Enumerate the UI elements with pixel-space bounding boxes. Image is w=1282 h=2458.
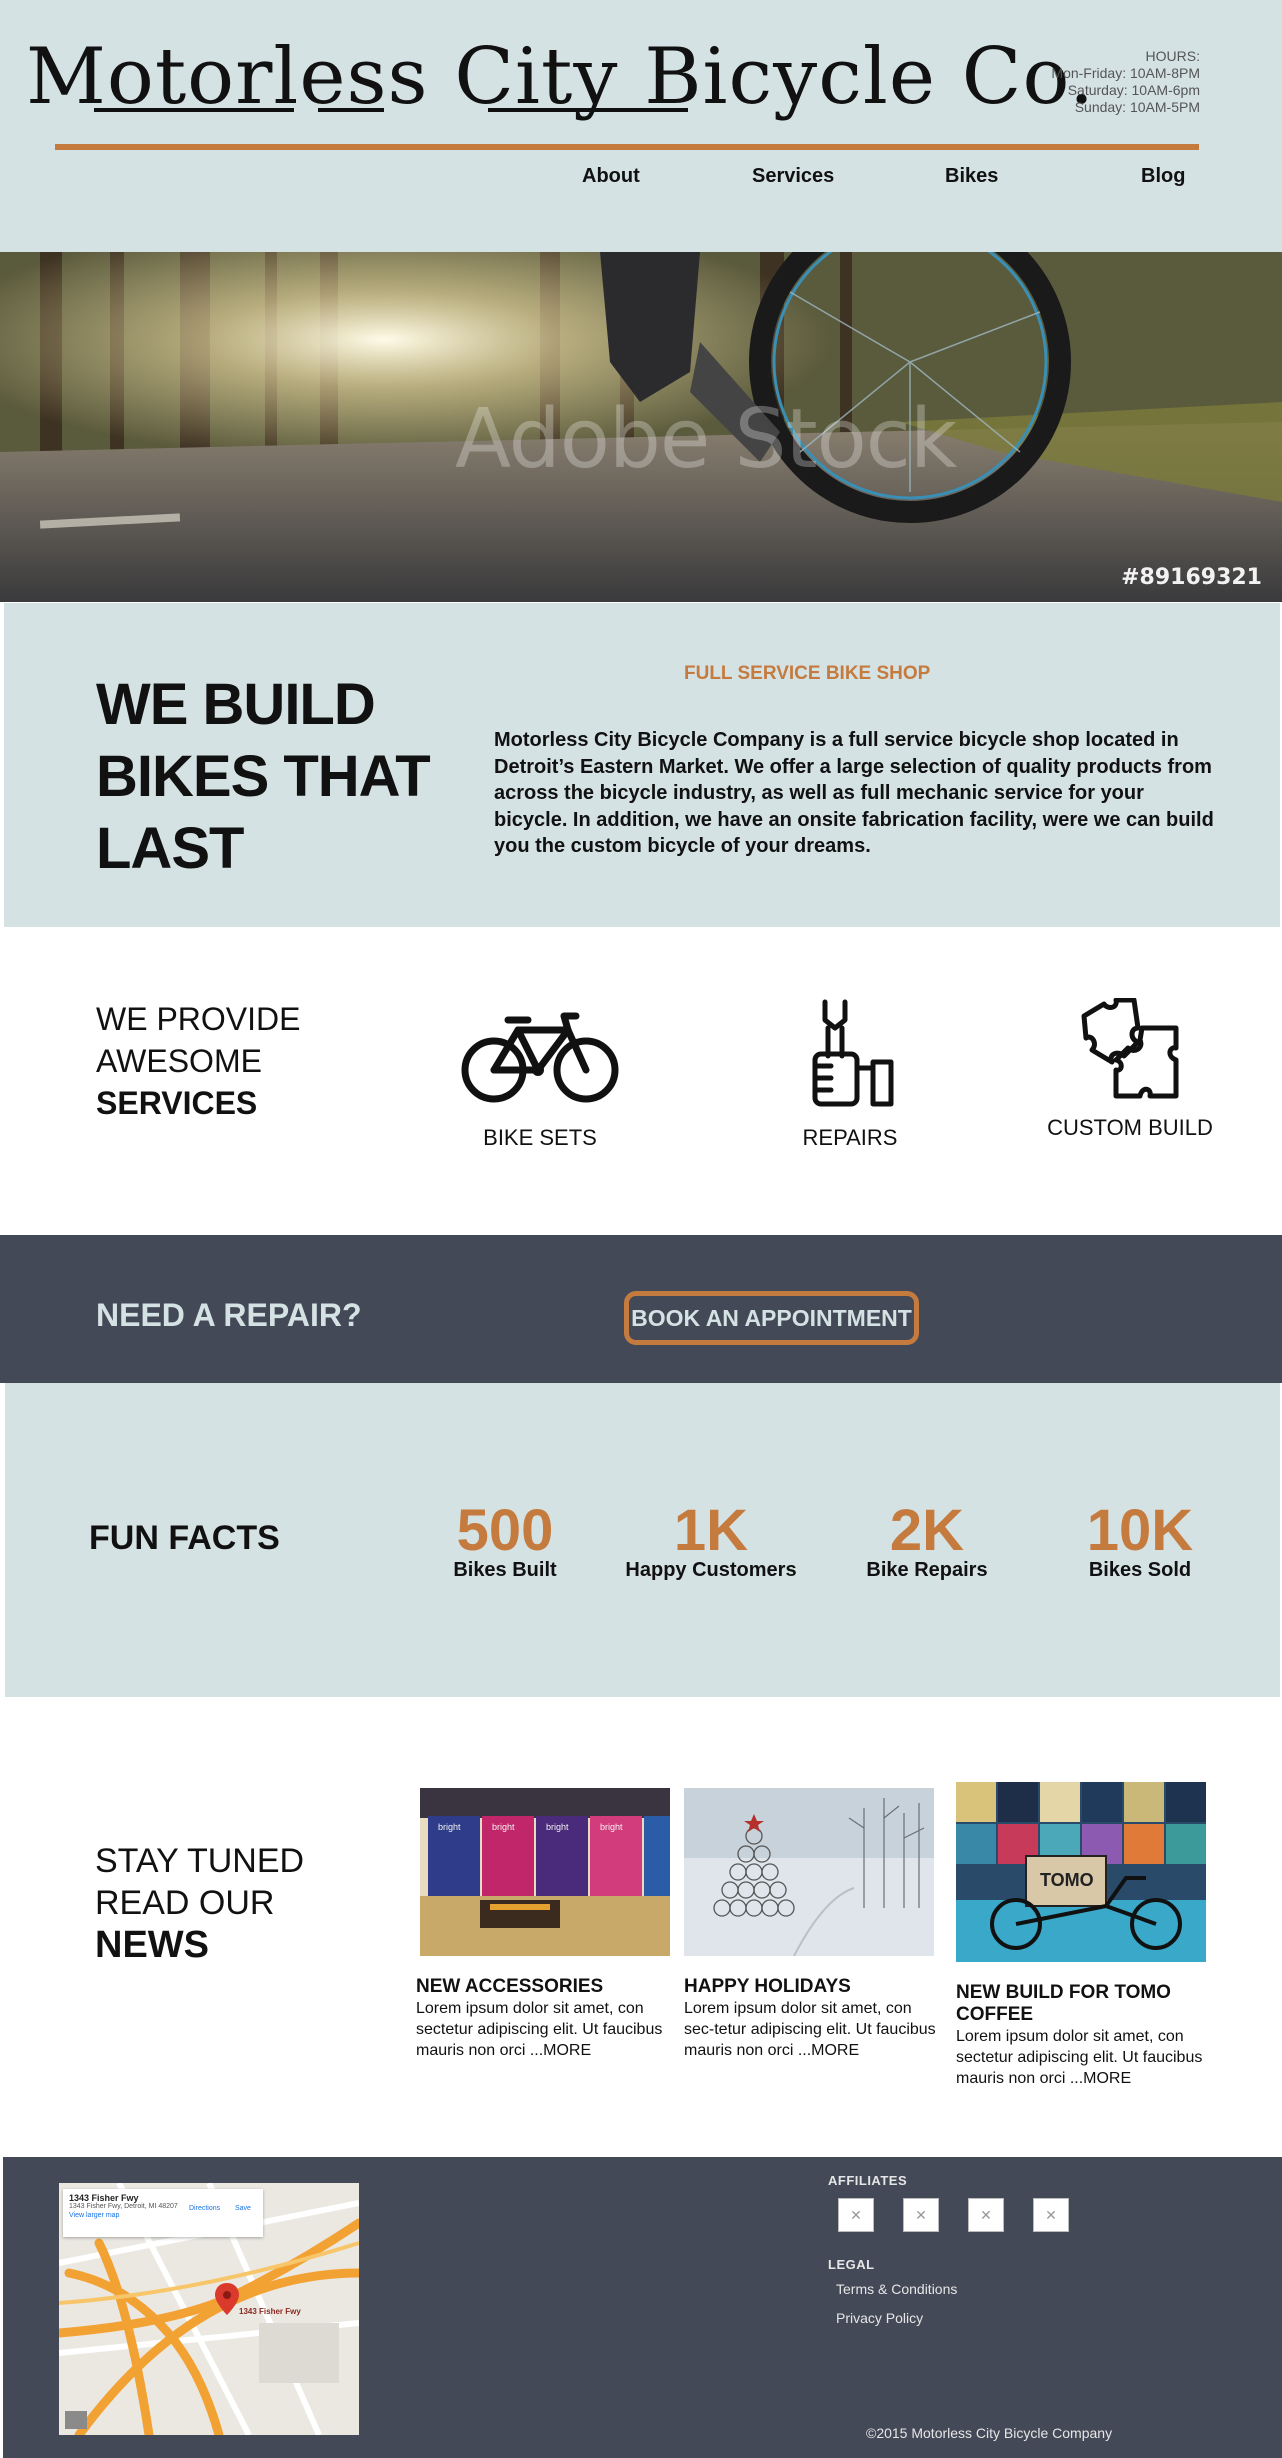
fact-bike-repairs: 2K Bike Repairs <box>827 1501 1027 1582</box>
hours-saturday: Saturday: 10AM-6pm <box>1067 82 1200 98</box>
fact-bikes-sold: 10K Bikes Sold <box>1040 1501 1240 1582</box>
map-address: 1343 Fisher Fwy, Detroit, MI 48207 <box>69 2203 178 2210</box>
about-body: Motorless City Bicycle Company is a full… <box>494 729 1214 857</box>
service-repairs[interactable]: REPAIRS <box>765 998 935 1151</box>
hours-sunday: Sunday: 10AM-5PM <box>1074 99 1200 115</box>
repair-heading: NEED A REPAIR? <box>96 1297 362 1333</box>
header-divider <box>55 144 1199 150</box>
fact-number: 500 <box>456 1498 554 1563</box>
affiliate-logo-1[interactable]: ✕ <box>838 2198 874 2232</box>
puzzle-icon <box>1081 997 1179 1099</box>
svg-text:bright: bright <box>492 1822 515 1832</box>
fact-label: Bikes Built <box>453 1559 557 1581</box>
map-larger-link[interactable]: View larger map <box>69 2212 257 2219</box>
fact-number: 1K <box>673 1498 749 1563</box>
nav-services[interactable]: Services <box>752 165 834 188</box>
fun-facts-title: FUN FACTS <box>89 1519 280 1557</box>
map-directions[interactable]: Directions <box>189 2205 220 2212</box>
news-image-holidays[interactable] <box>684 1788 934 1956</box>
service-bike-sets[interactable]: BIKE SETS <box>455 1008 625 1151</box>
news-heading-line2: READ OUR <box>95 1884 275 1922</box>
hero-stock-id: #89169321 <box>1121 565 1262 590</box>
service-custom-build[interactable]: CUSTOM BUILD <box>1045 997 1215 1141</box>
news-section: STAY TUNED READ OUR NEWS bright bright br… <box>0 1698 1282 2155</box>
svg-text:bright: bright <box>600 1822 623 1832</box>
fun-facts-section: FUN FACTS 500 Bikes Built 1K Happy Custo… <box>5 1383 1280 1697</box>
news-post-tomo[interactable]: TOMO NEW BUILD FOR TOMO COFFEE Lorem ips… <box>956 1782 1211 2089</box>
services-section: WE PROVIDE AWESOME SERVICES BIKE SETS RE… <box>0 928 1282 1234</box>
hours-weekdays: Mon-Friday: 10AM-8PM <box>1051 65 1200 81</box>
news-excerpt: Lorem ipsum dolor sit amet, con sectetur… <box>956 2028 1203 2087</box>
news-post-accessories[interactable]: bright bright bright bright NEW ACCESSORIE… <box>416 1788 671 2061</box>
service-label: CUSTOM BUILD <box>1047 1115 1213 1140</box>
main-nav: About Services Bikes Blog <box>0 165 1282 195</box>
news-image-accessories[interactable]: bright bright bright bright <box>420 1788 670 1956</box>
affiliates-title: AFFILIATES <box>828 2173 908 2188</box>
news-excerpt: Lorem ipsum dolor sit amet, con sec-tetu… <box>684 2000 936 2059</box>
svg-text:TOMO: TOMO <box>1040 1870 1094 1890</box>
tomo-cargo-bike-photo: TOMO <box>956 1782 1206 1962</box>
hero-watermark: Adobe Stock <box>455 392 957 487</box>
svg-text:bright: bright <box>438 1822 461 1832</box>
fact-bikes-built: 500 Bikes Built <box>405 1501 605 1582</box>
book-appointment-button[interactable]: BOOK AN APPOINTMENT <box>624 1291 919 1345</box>
store-hours: HOURS: Mon-Friday: 10AM-8PM Saturday: 10… <box>1051 48 1200 116</box>
fact-label: Happy Customers <box>625 1559 797 1581</box>
accessories-photo: bright bright bright bright <box>420 1788 670 1956</box>
about-subheading: FULL SERVICE BIKE SHOP <box>684 663 931 684</box>
news-heading: STAY TUNED READ OUR NEWS <box>95 1840 304 1967</box>
terms-link[interactable]: Terms & Conditions <box>836 2281 957 2297</box>
about-section: WE BUILD BIKES THAT LAST FULL SERVICE BI… <box>4 603 1280 927</box>
logo-underline <box>94 108 294 112</box>
hero-image: Adobe Stock #89169321 <box>0 252 1282 602</box>
services-heading: WE PROVIDE AWESOME SERVICES <box>96 998 300 1124</box>
about-heading: WE BUILD BIKES THAT LAST <box>96 672 431 881</box>
affiliate-logo-4[interactable]: ✕ <box>1033 2198 1069 2232</box>
services-heading-line3: SERVICES <box>96 1085 258 1121</box>
map-info-card: 1343 Fisher Fwy 1343 Fisher Fwy, Detroit… <box>63 2189 263 2237</box>
fact-label: Bikes Sold <box>1088 1559 1192 1581</box>
svg-text:bright: bright <box>546 1822 569 1832</box>
privacy-link[interactable]: Privacy Policy <box>836 2310 923 2326</box>
news-excerpt: Lorem ipsum dolor sit amet, con sectetur… <box>416 2000 663 2059</box>
news-image-tomo[interactable]: TOMO <box>956 1782 1206 1962</box>
site-logo[interactable]: Motorless City Bicycle Co. <box>26 38 1095 116</box>
copyright: ©2015 Motorless City Bicycle Company <box>866 2425 1113 2441</box>
site-header: Motorless City Bicycle Co. HOURS: Mon-Fr… <box>0 0 1282 252</box>
fact-number: 2K <box>889 1498 965 1563</box>
fact-happy-customers: 1K Happy Customers <box>611 1501 811 1582</box>
map-pin-label: 1343 Fisher Fwy <box>239 2307 301 2316</box>
news-title[interactable]: NEW ACCESSORIES <box>416 1976 671 1998</box>
news-post-holidays[interactable]: HAPPY HOLIDAYS Lorem ipsum dolor sit ame… <box>684 1788 939 2061</box>
location-map[interactable]: 1343 Fisher Fwy 1343 Fisher Fwy, Detroit… <box>59 2183 359 2435</box>
service-label: REPAIRS <box>802 1125 898 1150</box>
repair-cta-section: NEED A REPAIR? BOOK AN APPOINTMENT <box>0 1235 1282 1383</box>
nav-blog[interactable]: Blog <box>1141 165 1185 188</box>
map-save[interactable]: Save <box>235 2205 251 2212</box>
services-heading-line1: WE PROVIDE <box>96 1001 301 1037</box>
affiliate-logo-3[interactable]: ✕ <box>968 2198 1004 2232</box>
affiliate-logo-2[interactable]: ✕ <box>903 2198 939 2232</box>
site-footer: 1343 Fisher Fwy 1343 Fisher Fwy, Detroit… <box>3 2157 1282 2458</box>
services-heading-line2: AWESOME <box>96 1043 262 1079</box>
fact-label: Bike Repairs <box>866 1559 988 1581</box>
logo-underline <box>318 108 384 112</box>
news-title[interactable]: HAPPY HOLIDAYS <box>684 1976 939 1998</box>
nav-about[interactable]: About <box>582 165 640 188</box>
map-place-name: 1343 Fisher Fwy <box>69 2193 139 2203</box>
legal-title: LEGAL <box>828 2257 875 2272</box>
nav-bikes[interactable]: Bikes <box>945 165 998 188</box>
hours-title: HOURS: <box>1145 48 1200 64</box>
repair-hand-wrench-icon <box>812 999 894 1107</box>
news-heading-line1: STAY TUNED <box>95 1842 305 1880</box>
holiday-tree-photo <box>684 1788 934 1956</box>
news-title[interactable]: NEW BUILD FOR TOMO COFFEE <box>956 1982 1211 2026</box>
bicycle-icon <box>461 1012 619 1103</box>
fact-number: 10K <box>1086 1498 1194 1563</box>
logo-underline <box>488 108 688 112</box>
service-label: BIKE SETS <box>483 1125 597 1150</box>
news-heading-line3: NEWS <box>95 1924 209 1966</box>
